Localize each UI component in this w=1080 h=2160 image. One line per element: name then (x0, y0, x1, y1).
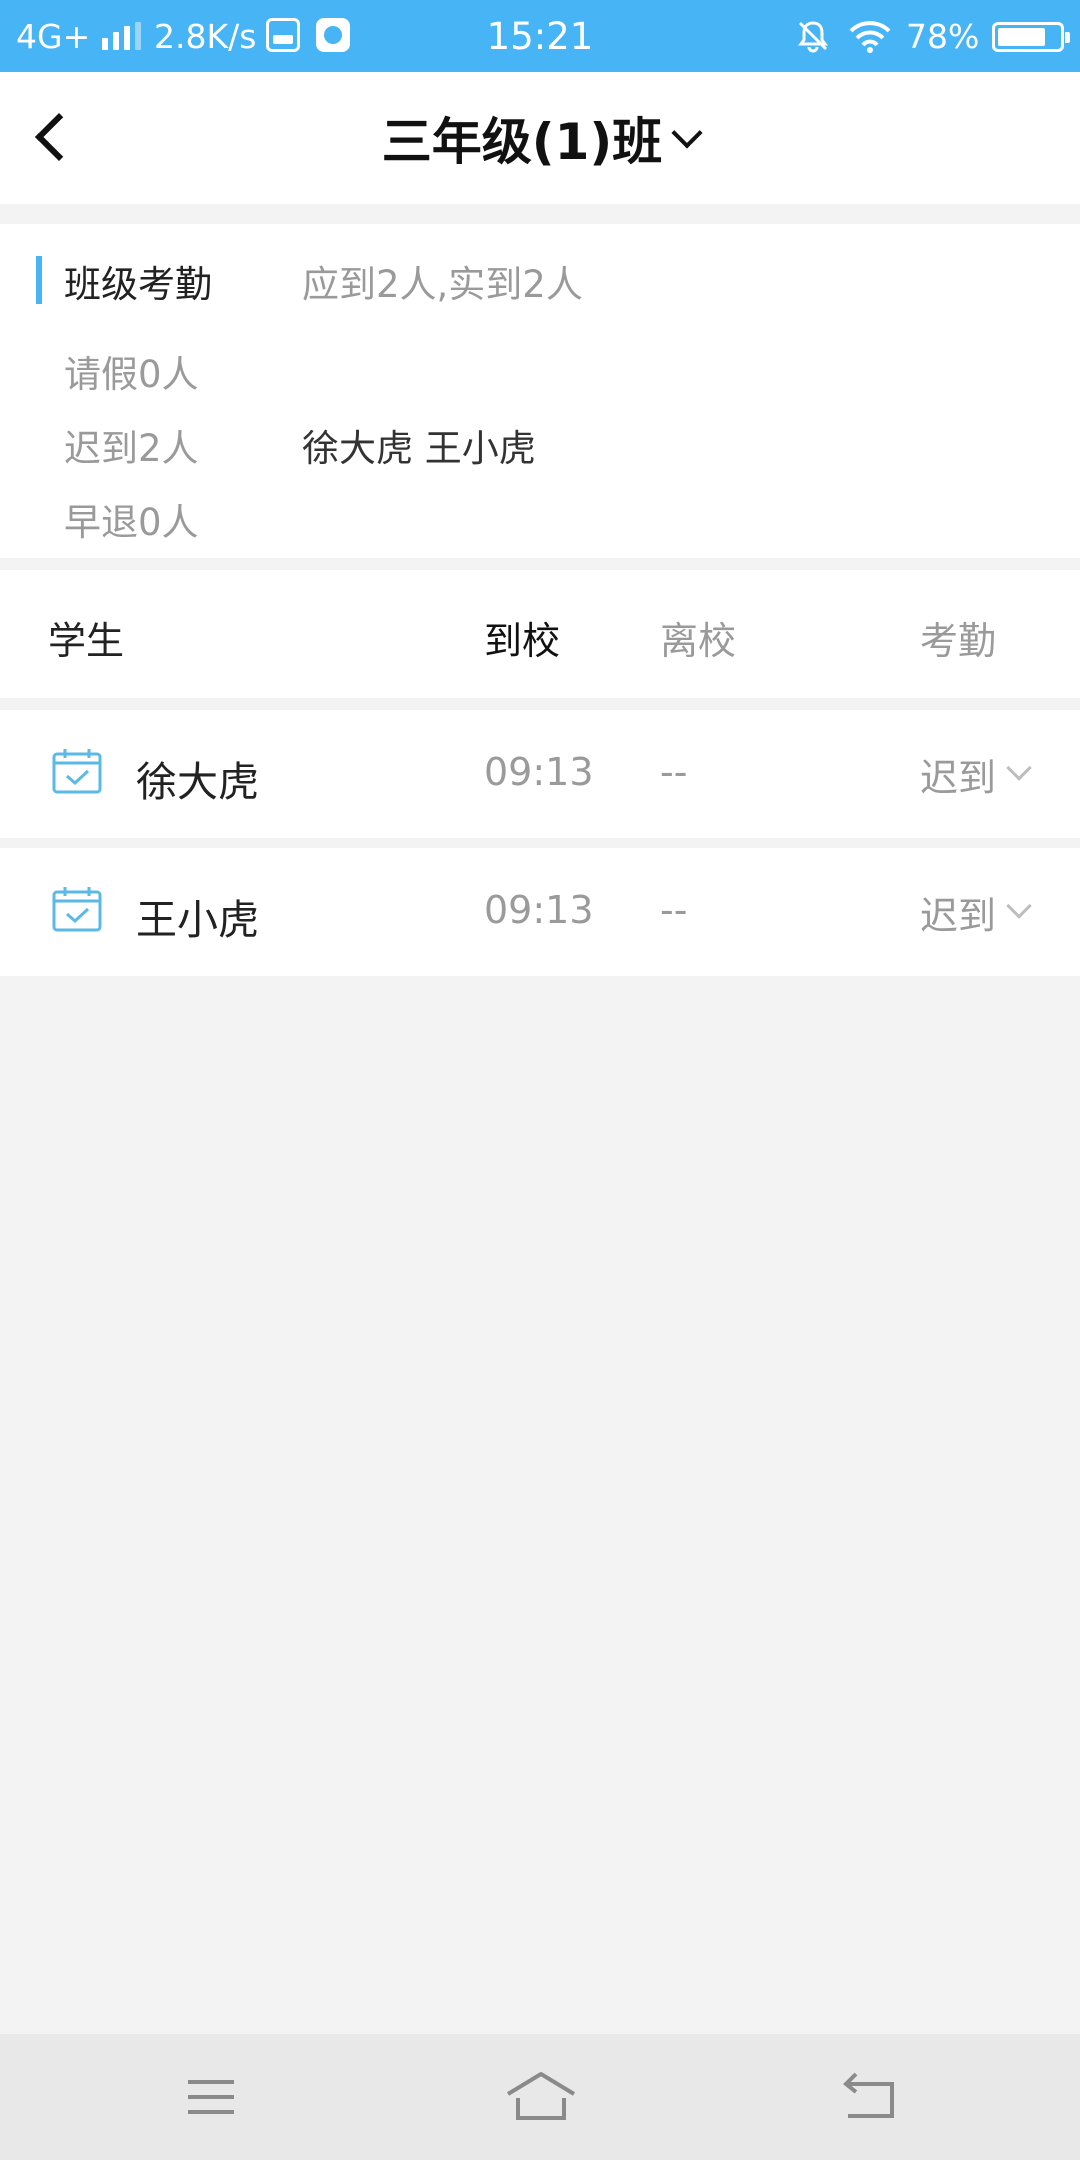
home-icon (506, 2072, 576, 2120)
arrive-time: 09:13 (484, 888, 594, 932)
system-nav-bar (0, 2034, 1080, 2160)
menu-button[interactable] (166, 2062, 256, 2132)
back-icon (843, 2072, 894, 2118)
early-leave-count: 早退0人 (64, 501, 199, 544)
leave-count: 请假0人 (64, 353, 199, 396)
system-back-button[interactable] (824, 2062, 914, 2132)
column-header-leave: 离校 (660, 619, 737, 663)
table-row[interactable]: 徐大虎 09:13 -- 迟到 (0, 710, 1080, 838)
chevron-down-icon (1006, 893, 1032, 919)
battery-icon (992, 22, 1070, 52)
table-row[interactable]: 王小虎 09:13 -- 迟到 (0, 848, 1080, 976)
menu-icon (188, 2080, 234, 2114)
bell-muted-icon (796, 0, 830, 72)
wifi-icon (848, 0, 892, 72)
attendance-status: 迟到 (920, 755, 997, 800)
summary-title: 班级考勤 (64, 263, 212, 306)
calendar-check-icon (52, 749, 102, 794)
attendance-status-dropdown[interactable]: 迟到 (920, 746, 1032, 802)
column-header-student: 学生 (48, 619, 125, 663)
leave-time: -- (660, 750, 688, 794)
chevron-left-icon (34, 112, 84, 162)
attendance-status: 迟到 (920, 893, 997, 938)
class-selector[interactable]: 三年级(1)班 (381, 102, 703, 174)
table-header: 学生 到校 离校 考勤 (0, 570, 1080, 698)
column-header-arrive: 到校 (484, 619, 561, 663)
column-header-attendance: 考勤 (920, 619, 997, 663)
battery-percent: 78% (906, 16, 980, 56)
chevron-down-icon (671, 117, 703, 149)
page-title: 三年级(1)班 (381, 113, 663, 171)
back-button[interactable] (18, 102, 88, 172)
student-name: 徐大虎 (136, 758, 259, 806)
top-bar: 三年级(1)班 (0, 72, 1080, 204)
calendar-check-icon (52, 887, 102, 932)
late-names: 徐大虎 王小虎 (302, 427, 536, 470)
leave-time: -- (660, 888, 688, 932)
attendance-screen: 4G+ 2.8K/s 15:21 78% 三年级(1)班 班级考勤 应到2人,实… (0, 0, 1080, 2160)
home-button[interactable] (496, 2062, 586, 2132)
late-count: 迟到2人 (64, 427, 199, 470)
section-accent-bar (36, 256, 42, 304)
chevron-down-icon (1006, 755, 1032, 781)
arrive-time: 09:13 (484, 750, 594, 794)
status-bar: 4G+ 2.8K/s 15:21 78% (0, 0, 1080, 72)
student-name: 王小虎 (136, 896, 259, 944)
attendance-status-dropdown[interactable]: 迟到 (920, 884, 1032, 940)
battery-fill (998, 28, 1045, 46)
expected-actual-count: 应到2人,实到2人 (302, 263, 583, 306)
